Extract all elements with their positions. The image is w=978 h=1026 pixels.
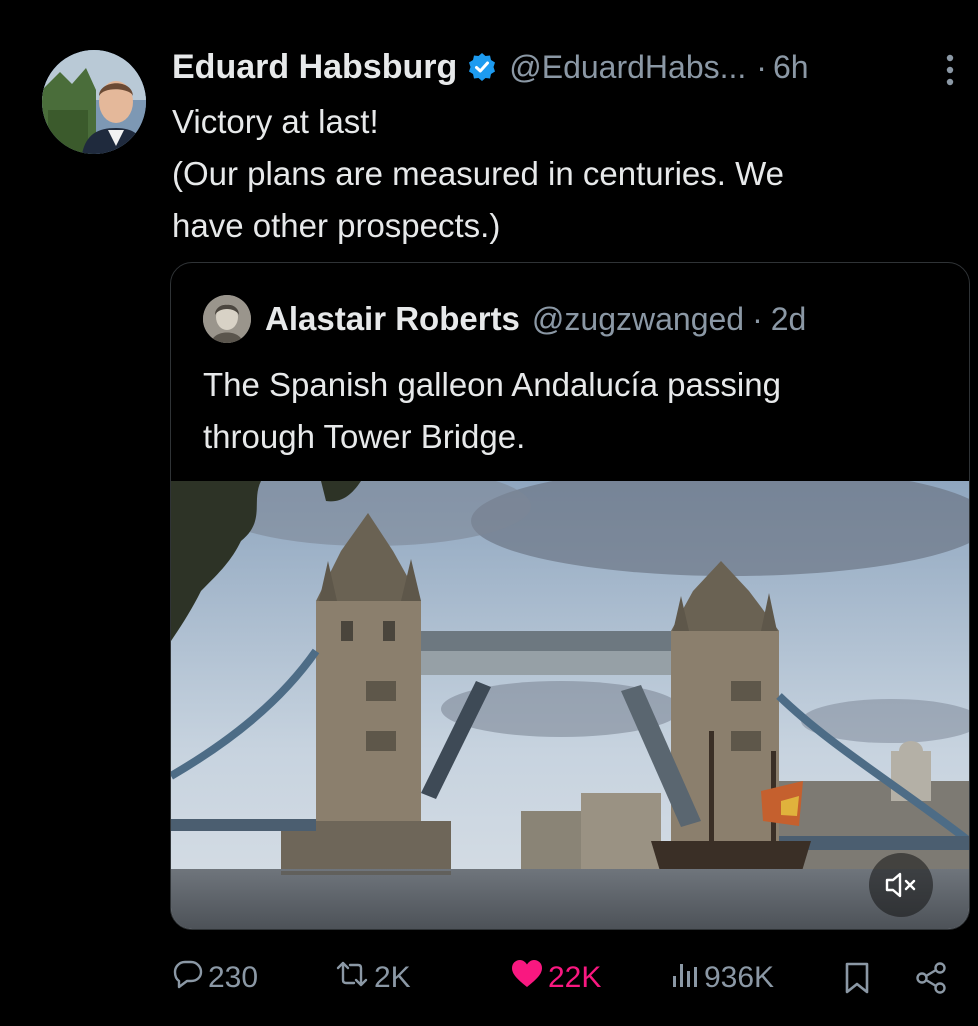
quoted-header: Alastair Roberts @zugzwanged · 2d [203,293,806,345]
tweet-header: Eduard Habsburg @EduardHabs... · 6h [172,44,809,90]
reply-icon [172,958,208,998]
tweet-line: have other prospects.) [172,207,501,244]
heart-icon [510,958,548,998]
author-handle[interactable]: @EduardHabs... [509,49,746,86]
author-name[interactable]: Eduard Habsburg [172,48,457,87]
like-button[interactable]: 22K [510,950,601,1006]
quoted-line: The Spanish galleon Andalucía passing [203,366,781,403]
tweet-text: Victory at last! (Our plans are measured… [172,96,932,252]
header-separator: · [756,48,767,85]
views-icon [670,958,704,998]
views-count: 936K [704,961,775,994]
quoted-tweet[interactable]: Alastair Roberts @zugzwanged · 2d The Sp… [170,262,970,930]
action-bar: 230 2K 22K 936K [170,950,970,1006]
reply-count: 230 [208,961,259,994]
quoted-separator: · [752,300,763,337]
repost-count: 2K [374,961,411,994]
bookmark-icon[interactable] [842,950,876,1006]
author-avatar[interactable] [42,50,146,154]
like-count: 22K [548,961,602,994]
quoted-avatar[interactable] [203,295,251,343]
share-icon[interactable] [914,950,952,1006]
repost-button[interactable]: 2K [334,950,411,1006]
tweet-line: (Our plans are measured in centuries. We [172,155,784,192]
more-icon[interactable] [932,50,968,90]
verified-badge-icon [467,52,497,82]
video-frame-image [171,481,969,929]
video-player[interactable] [171,481,969,929]
quoted-line: through Tower Bridge. [203,418,526,455]
tweet-timestamp[interactable]: 6h [773,49,809,86]
quoted-author-handle[interactable]: @zugzwanged [532,301,744,338]
quoted-text: The Spanish galleon Andalucía passing th… [203,359,943,463]
quoted-timestamp[interactable]: 2d [771,301,807,338]
quoted-author-name[interactable]: Alastair Roberts [265,300,520,338]
repost-icon [334,958,374,998]
reply-button[interactable]: 230 [172,950,258,1006]
tweet-line: Victory at last! [172,103,379,140]
views-button[interactable]: 936K [670,950,774,1006]
speaker-muted-icon[interactable] [869,853,933,917]
